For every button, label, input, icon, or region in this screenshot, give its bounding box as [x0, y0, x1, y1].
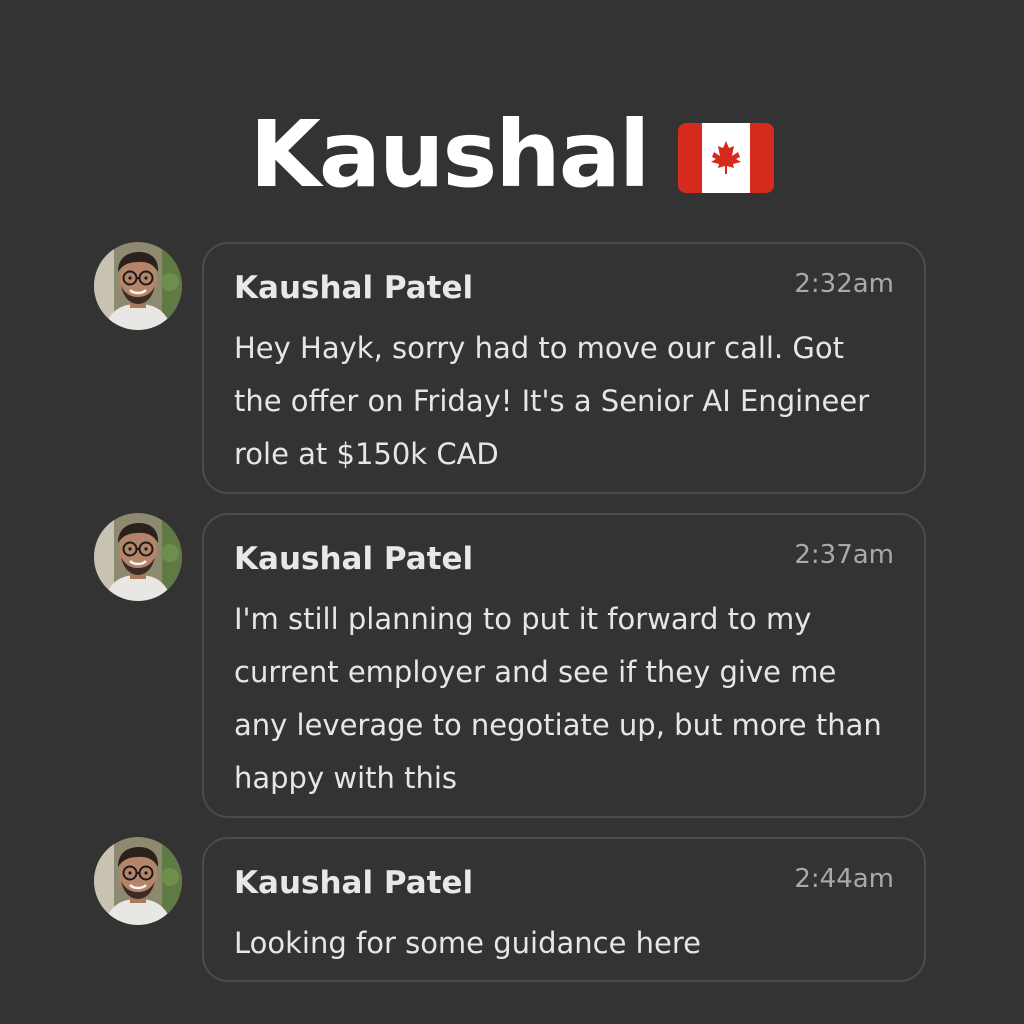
- page-title: Kaushal: [249, 101, 651, 208]
- message-bubble: Kaushal Patel 2:44am Looking for some gu…: [202, 837, 926, 982]
- message-item: Kaushal Patel 2:32am Hey Hayk, sorry had…: [94, 242, 930, 494]
- message-text: Looking for some guidance here: [234, 926, 702, 960]
- canada-flag-icon: [678, 123, 775, 193]
- message-sender: Kaushal Patel: [234, 270, 474, 306]
- avatar[interactable]: [94, 513, 182, 601]
- message-timestamp: 2:37am: [794, 540, 894, 570]
- message-item: Kaushal Patel 2:44am Looking for some gu…: [94, 837, 930, 982]
- message-sender: Kaushal Patel: [234, 865, 474, 901]
- message-bubble: Kaushal Patel 2:32am Hey Hayk, sorry had…: [202, 242, 926, 494]
- message-timestamp: 2:32am: [794, 269, 894, 299]
- message-item: Kaushal Patel 2:37am I'm still planning …: [94, 513, 930, 818]
- message-sender: Kaushal Patel: [234, 541, 474, 577]
- avatar[interactable]: [94, 837, 182, 925]
- message-bubble: Kaushal Patel 2:37am I'm still planning …: [202, 513, 926, 818]
- message-text: I'm still planning to put it forward to …: [234, 602, 882, 795]
- message-timestamp: 2:44am: [794, 864, 894, 894]
- avatar[interactable]: [94, 242, 182, 330]
- message-text: Hey Hayk, sorry had to move our call. Go…: [234, 331, 870, 471]
- maple-leaf-icon: [711, 141, 742, 174]
- page-header: Kaushal: [0, 100, 1024, 210]
